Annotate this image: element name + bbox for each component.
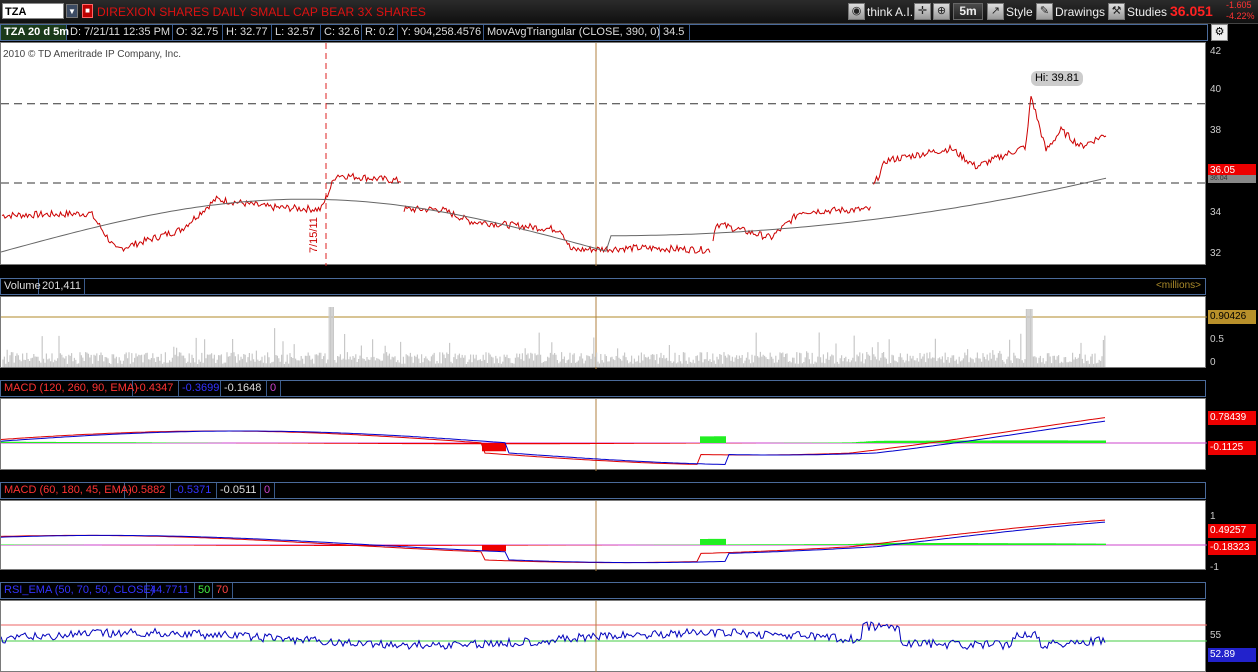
macd2-tick: 1 [1210,511,1216,522]
bar-date: D: 7/21/11 12:35 PM [67,25,173,40]
volume-value: 201,411 [39,279,85,294]
macd2-panel[interactable] [0,500,1207,571]
high-label: Hi: 39.81 [1031,71,1083,86]
zoom-icon[interactable]: ⊕ [933,3,950,20]
crosshair-icon[interactable]: ✛ [914,3,931,20]
symbol-description: DIREXION SHARES DAILY SMALL CAP BEAR 3X … [97,5,426,19]
macd2-diff: -0.0511 [217,483,261,498]
macd2-flag-hi: 0.49257 [1208,524,1256,538]
drawings-button[interactable]: Drawings [1055,5,1105,19]
last-price: 36.051 [1170,3,1213,19]
chart-id[interactable]: TZA 20 d 5m [1,25,69,40]
volume-units: <millions> [1155,280,1201,291]
volume-panel[interactable] [0,296,1207,369]
symbol-dropdown-icon[interactable]: ▼ [66,4,78,18]
macd2-zero: 0 [261,483,275,498]
macd1-chart [1,399,1207,471]
rsi-label[interactable]: RSI_EMA (50, 70, 50, CLOSE) [1,583,154,598]
think-ai-icon[interactable]: ◉ [848,3,865,20]
studies-button[interactable]: Studies [1127,5,1167,19]
macd2-label[interactable]: MACD (60, 180, 45, EMA) [1,483,132,498]
study-name[interactable]: MovAvgTriangular (CLOSE, 390, 0) [484,25,660,40]
macd2-value: -0.5882 [125,483,171,498]
price-tick: 38 [1210,125,1222,136]
macd1-label[interactable]: MACD (120, 260, 90, EMA) [1,381,138,396]
drawings-icon[interactable]: ✎ [1036,3,1053,20]
date-marker-label: 7/15/11 [308,217,320,253]
volume-tick: 0 [1210,357,1216,368]
price-chart [1,43,1207,266]
macd1-zero: 0 [267,381,281,396]
macd1-flag-lo: -0.1125 [1208,441,1256,455]
style-icon[interactable]: ↗ [987,3,1004,20]
moving-average-line [1,177,1107,253]
macd2-chart [1,501,1207,571]
think-ai-button[interactable]: think A.I. [867,5,913,19]
percent-change: -4.22% [1226,11,1255,21]
price-axis: 42 40 38 34 32 36.05 36.04 [1207,42,1258,265]
chart-info-bar: TZA 20 d 5m D: 7/21/11 12:35 PM O: 32.75… [0,24,1208,41]
bar-open: O: 32.75 [173,25,223,40]
macd1-flag-hi: 0.78439 [1208,411,1256,425]
volume-header: Volume 201,411 <millions> [0,278,1206,295]
macd2-axis: 1 0.49257 -0.18323 -1 [1207,500,1258,573]
price-tick: 42 [1210,46,1222,57]
bar-close: C: 32.6 [321,25,362,40]
volume-axis: 0.90426 0.5 0 [1207,296,1258,368]
volume-label[interactable]: Volume [1,279,41,294]
rsi-upper: 70 [213,583,233,598]
macd2-avg: -0.5371 [171,483,217,498]
volume-chart [1,297,1207,369]
style-button[interactable]: Style [1006,5,1033,19]
symbol-input[interactable]: TZA [2,3,64,19]
macd2-flag-lo: -0.18323 [1208,541,1256,555]
bar-low: L: 32.57 [272,25,321,40]
rsi-value: 44.7711 [147,583,195,598]
price-tick: 32 [1210,248,1222,259]
bar-range: R: 0.2 [362,25,398,40]
volume-tick: 0.5 [1210,334,1224,345]
macd1-diff: -0.1648 [221,381,267,396]
price-tick: 40 [1210,84,1222,95]
rsi-line [1,621,1106,651]
price-series-line [1,96,1107,254]
macd1-panel[interactable] [0,398,1207,471]
macd1-histogram-negative [236,443,756,452]
bar-y: Y: 904,258.4576 [398,25,484,40]
macd1-avg: -0.3699 [179,381,221,396]
rsi-tick: 55 [1210,630,1222,641]
macd2-macd-line [1,519,1106,564]
rsi-panel[interactable] [0,600,1207,672]
macd1-axis: 0.78439 -0.1125 [1207,398,1258,470]
study-value: 34.5 [660,25,690,40]
timeframe-button[interactable]: 5m [953,3,983,20]
macd2-signal-line [1,521,1106,564]
studies-icon[interactable]: ⚒ [1108,3,1125,20]
price-tick: 34 [1210,207,1222,218]
volume-flag: 0.90426 [1208,310,1256,324]
price-flag-sub: 36.04 [1208,175,1256,183]
price-panel[interactable]: 2010 © TD Ameritrade IP Company, Inc. Hi… [0,42,1207,266]
macd1-value: -0.4347 [133,381,179,396]
copyright: 2010 © TD Ameritrade IP Company, Inc. [3,49,182,60]
rsi-header: RSI_EMA (50, 70, 50, CLOSE) 44.7711 50 7… [0,582,1206,599]
volume-bars [2,307,1106,367]
bar-high: H: 32.77 [223,25,272,40]
rsi-flag: 52.89 [1208,648,1256,662]
rsi-axis: 55 52.89 [1207,600,1258,672]
macd2-header: MACD (60, 180, 45, EMA) -0.5882 -0.5371 … [0,482,1206,499]
link-icon[interactable]: ■ [82,4,93,18]
chart-settings-icon[interactable]: ⚙ [1211,24,1228,41]
net-change: -1.605 [1226,0,1252,10]
rsi-mid: 50 [195,583,213,598]
rsi-chart [1,601,1207,672]
macd2-tick: -1 [1210,562,1219,573]
macd1-header: MACD (120, 260, 90, EMA) -0.4347 -0.3699… [0,380,1206,397]
macd2-histogram-positive [1,538,1106,545]
